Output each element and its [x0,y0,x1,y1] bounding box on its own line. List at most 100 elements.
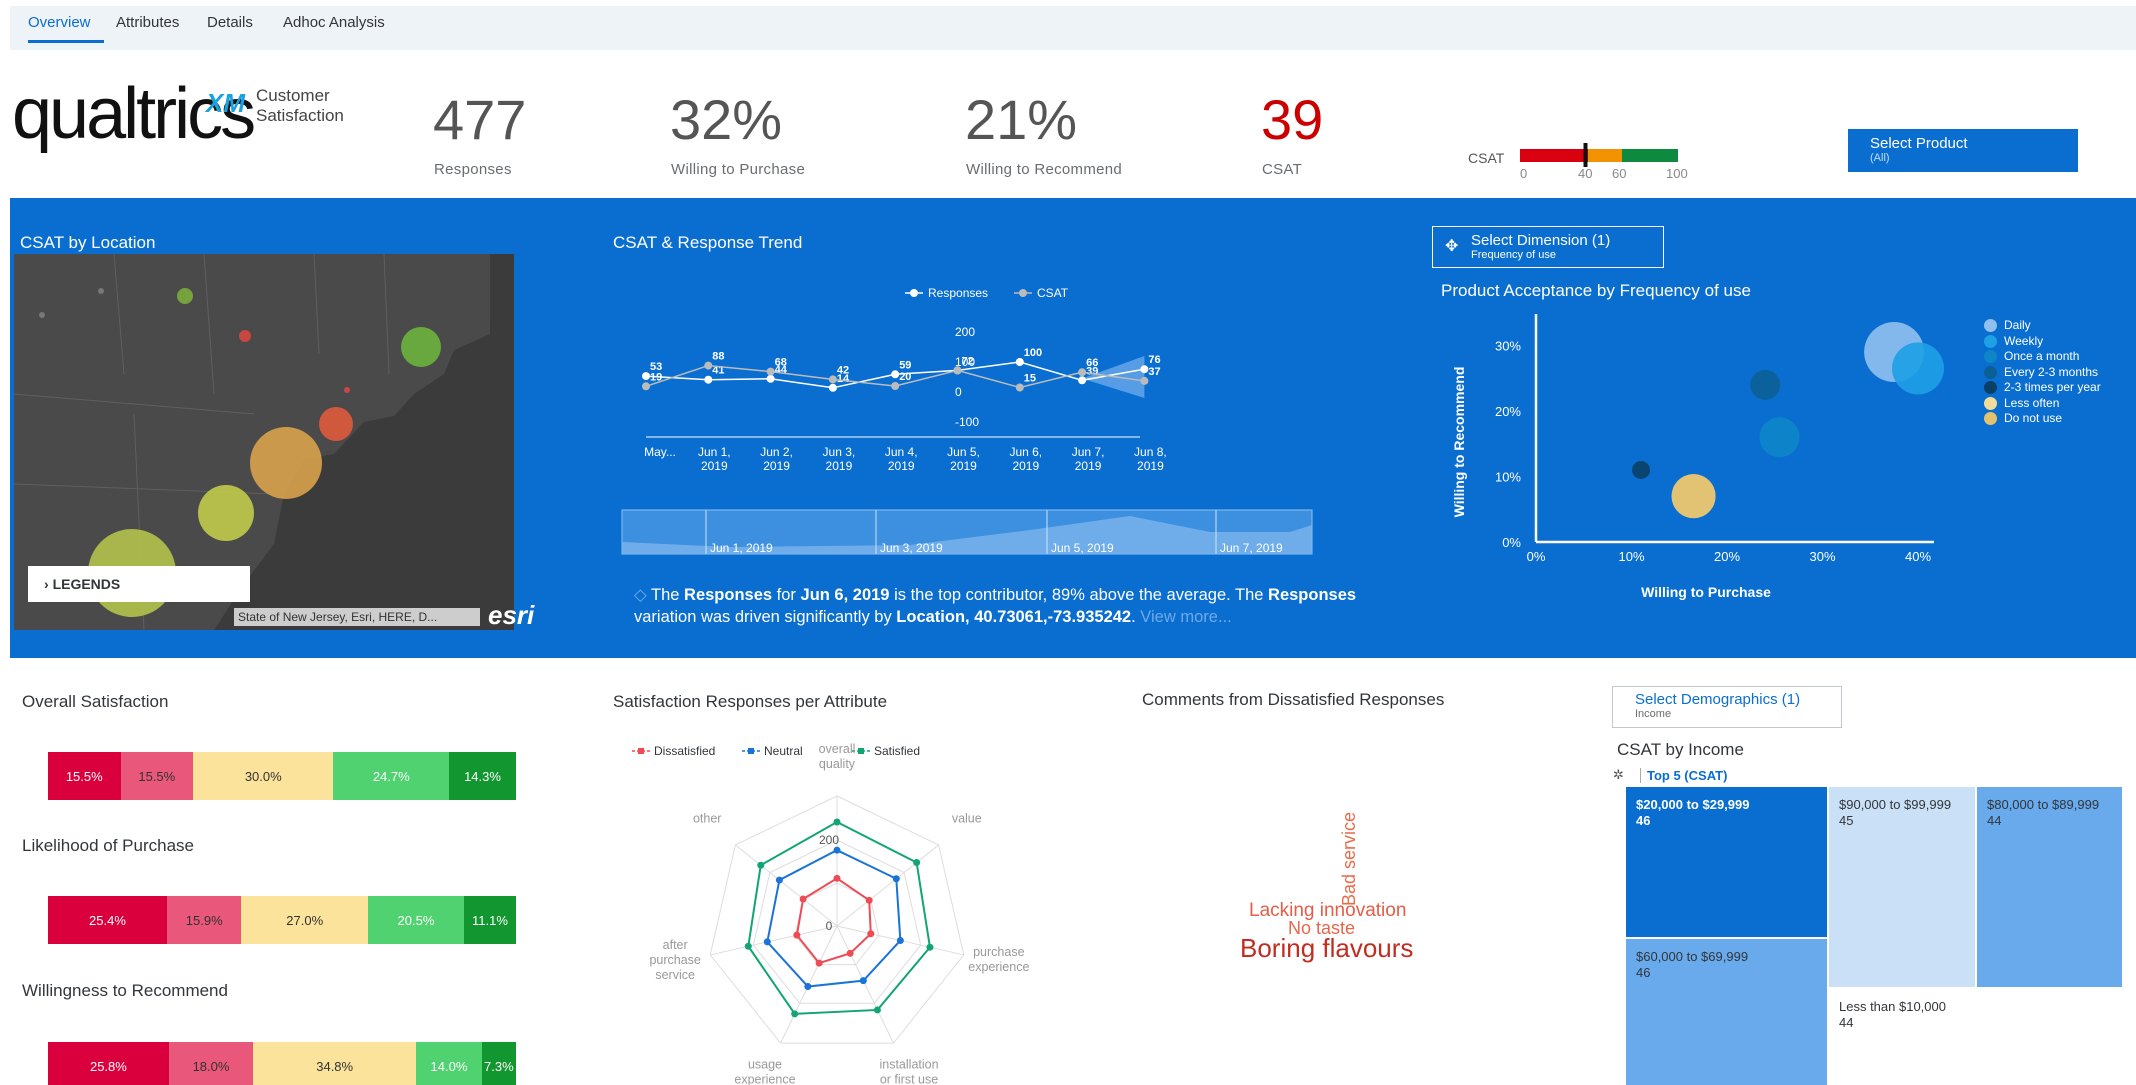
insight-bold-3: Responses [1268,586,1357,604]
treemap-tile[interactable]: $80,000 to $89,999 44 [1977,787,2122,987]
select-demographics-button[interactable]: Select Demographics (1) Income [1612,686,1842,728]
legend-dot [1984,319,1997,332]
scatter-y-tick: 10% [1495,470,1521,485]
legend-item-less-often[interactable]: Less often [1984,396,2101,412]
insight-part-1: The [651,586,685,604]
radar-tick-0: 0 [826,919,833,933]
stack-segment[interactable]: 14.3% [449,752,516,800]
stack-segment[interactable]: 7.3% [481,1042,516,1085]
trend-point-responses [1140,365,1149,374]
esri-logo: esri [488,600,535,630]
stack-segment[interactable]: 15.9% [166,896,242,944]
stack-segment[interactable]: 25.8% [48,1042,169,1085]
stack-segment[interactable]: 15.5% [120,752,194,800]
treemap-tile[interactable]: $90,000 to $99,999 45 [1829,787,1975,987]
willingness-recommend-title: Willingness to Recommend [22,981,228,1000]
top5-filter[interactable]: Top 5 (CSAT) [1640,768,1727,783]
view-more-link[interactable]: View more... [1140,608,1231,626]
radar-point [867,930,875,938]
legend-item-once-a-month[interactable]: Once a month [1984,349,2101,365]
stack-segment[interactable]: 15.5% [48,752,121,800]
willingness-recommend-bar[interactable]: 25.8% 18.0% 34.8% 14.0% 7.3% [48,1042,516,1085]
radar-legend-marker [858,748,864,754]
map-legends-button[interactable]: › LEGENDS [28,566,250,602]
legend-item-weekly[interactable]: Weekly [1984,334,2101,350]
word-bad-service[interactable]: Bad service [1339,812,1360,906]
likelihood-purchase-title: Likelihood of Purchase [22,836,195,855]
tab-adhoc-analysis[interactable]: Adhoc Analysis [283,14,385,31]
kpi-csat-value: 39 [1261,88,1324,151]
stack-segment[interactable]: 14.0% [416,1042,482,1085]
legend-item-every-2-3-months[interactable]: Every 2-3 months [1984,365,2101,381]
scatter-y-tick: 30% [1495,339,1521,354]
radar-title: Satisfaction Responses per Attribute [613,692,888,711]
legend-dot [1984,350,1997,363]
radar-point [846,949,854,957]
insight-icon: ◇ [634,586,647,604]
scatter-y-tick: 20% [1495,404,1521,419]
tab-overview[interactable]: Overview [28,14,91,31]
stack-segment[interactable]: 25.4% [48,896,167,944]
treemap-tile[interactable]: Less than $10,000 44 [1829,989,2122,1085]
likelihood-purchase-bar[interactable]: 25.4% 15.9% 27.0% 20.5% 11.1% [48,896,516,944]
tile-value: 45 [1839,813,1854,828]
trend-data-label: 88 [712,351,724,363]
treemap-tile[interactable]: $20,000 to $29,999 46 [1626,787,1827,937]
stack-segment[interactable]: 34.8% [253,1042,417,1085]
insight-part-3: is the top contributor, 89% above the av… [889,586,1269,604]
radar-point [873,1006,881,1014]
select-product-button[interactable]: Select Product (All) [1848,129,2078,172]
map-point-5 [401,327,441,367]
legend-item-2-3-times-per-year[interactable]: 2-3 times per year [1984,380,2101,396]
trend-navigator[interactable]: Jun 1, 2019 Jun 3, 2019 Jun 5, 2019 Jun … [621,509,1313,555]
trend-data-label: 37 [1148,366,1160,378]
radar-series-dissatisfied [795,877,872,965]
trend-data-label: 20 [899,371,911,383]
comments-title: Comments from Dissatisfied Responses [1142,690,1445,709]
scatter-x-tick: 40% [1905,549,1931,564]
csat-gauge: 0 40 60 100 [1520,143,1688,181]
trend-data-label: 59 [899,359,911,371]
attribute-radar-chart[interactable]: Dissatisfied Neutral Satisfied overall quali… [600,736,1040,1085]
radar-point [763,938,771,946]
overall-satisfaction-bar[interactable]: 15.5% 15.5% 30.0% 24.7% 14.3% [48,752,516,800]
insight-part-4: variation was driven significantly by [634,608,897,626]
radar-tick-200: 200 [819,833,839,847]
stack-segment[interactable]: 24.7% [333,752,450,800]
stack-segment[interactable]: 30.0% [193,752,334,800]
tab-attributes[interactable]: Attributes [116,14,179,31]
radar-axis-label: usage experience [734,1058,795,1085]
trend-point-csat [704,361,713,370]
radar-axis-label: overall quality [819,742,856,771]
select-dimension-button[interactable]: ✥ Select Dimension (1) Frequency of use [1432,226,1664,268]
map-title: CSAT by Location [20,233,156,252]
stack-segment[interactable]: 20.5% [367,896,464,944]
stack-segment[interactable]: 27.0% [241,896,368,944]
product-acceptance-chart[interactable]: 0% 10% 20% 30% 40% 0% 10% 20% 30% Willing to Purc… [1440,300,1980,620]
insight-bold-4: Location, 40.73061,-73.935242 [896,608,1132,626]
stack-segment[interactable]: 11.1% [463,896,516,944]
legend-dot [1984,396,1997,410]
kpi-recommend-value: 21% [965,88,1078,151]
trend-x-tick: Jun 6, 2019 [1009,445,1042,473]
kpi-csat-label: CSAT [1262,161,1303,178]
radar-spoke [710,925,838,956]
csat-gauge-label: CSAT [1468,150,1505,166]
stack-segment[interactable]: 18.0% [168,1042,254,1085]
legend-item-do-not-use[interactable]: Do not use [1984,411,2101,427]
trend-chart[interactable]: Responses CSAT 2001000-100 53 41 441459 721… [610,270,1350,560]
treemap-tile[interactable]: $60,000 to $69,999 46 [1626,939,1827,1085]
tile-label: $80,000 to $89,999 [1987,797,2100,812]
tab-details[interactable]: Details [207,14,253,31]
legend-dot [1984,334,1997,348]
kpi-purchase-label: Willing to Purchase [671,161,806,178]
trend-data-label: 68 [775,357,787,369]
word-boring-flavours[interactable]: Boring flavours [1240,933,1413,964]
legend-item-daily[interactable]: Daily [1984,318,2101,334]
legend-dot [1984,365,1997,379]
scatter-legend: Daily Weekly Once a month Every 2-3 months 2… [1984,318,2101,427]
settings-icon[interactable]: ✲ [1613,767,1624,783]
radar-legend-marker [638,748,644,754]
legends-label: LEGENDS [52,576,121,592]
scatter-x-tick: 20% [1714,549,1740,564]
